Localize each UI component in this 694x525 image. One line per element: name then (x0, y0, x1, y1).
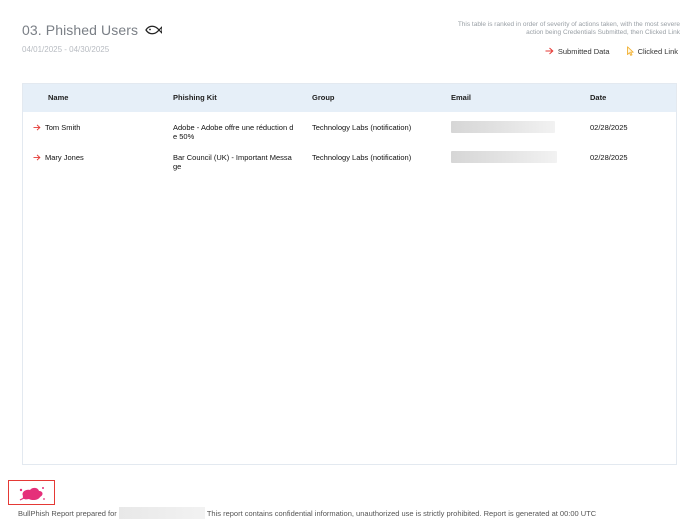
cell-email (451, 121, 590, 135)
redacted-email (451, 121, 555, 133)
column-header-date[interactable]: Date (590, 84, 676, 112)
legend-clicked-link: Clicked Link (626, 46, 678, 56)
table-row: Tom Smith Adobe - Adobe offre une réduct… (23, 121, 676, 141)
column-header-phishing-kit[interactable]: Phishing Kit (173, 84, 312, 112)
redacted-client-name (118, 507, 205, 519)
cell-group: Technology Labs (notification) (312, 153, 412, 162)
page-title-text: 03. Phished Users (22, 22, 139, 38)
submitted-arrow-icon (33, 154, 41, 161)
phishing-kit-line-2: e 50% (173, 132, 195, 141)
date-range: 04/01/2025 - 04/30/2025 (22, 45, 110, 54)
redacted-email (451, 151, 557, 163)
cell-email (451, 151, 590, 165)
footer-disclaimer: This report contains confidential inform… (206, 508, 597, 518)
ranking-note: This table is ranked in order of severit… (430, 21, 680, 37)
column-header-name[interactable]: Name (23, 84, 173, 112)
user-name: Tom Smith (45, 123, 81, 132)
legend-submitted-label: Submitted Data (557, 46, 610, 56)
cell-date: 02/28/2025 (590, 123, 628, 132)
ranking-note-line-1: This table is ranked in order of severit… (457, 21, 680, 28)
bullphish-logo (8, 480, 55, 505)
splat-logo-icon (19, 486, 45, 501)
page-title: 03. Phished Users (22, 22, 163, 38)
pointer-icon (626, 46, 634, 56)
cell-phishing-kit: Adobe - Adobe offre une réduction d e 50… (173, 123, 312, 141)
cell-name: Mary Jones (23, 153, 173, 162)
phishing-kit-line-1: Bar Council (UK) - Important Messa (173, 153, 292, 162)
ranking-note-line-2: action being Credentials Submitted, then… (526, 29, 680, 36)
legend-submitted-data: Submitted Data (545, 47, 610, 56)
cell-phishing-kit: Bar Council (UK) - Important Messa ge (173, 153, 312, 171)
legend-clicked-label: Clicked Link (637, 46, 678, 56)
footer-prepared-for: BullPhish Report prepared for (18, 508, 117, 518)
report-footer: BullPhish Report prepared for This repor… (18, 507, 596, 519)
column-header-group[interactable]: Group (312, 84, 451, 112)
phishing-kit-line-2: ge (173, 162, 182, 171)
cell-name: Tom Smith (23, 123, 173, 132)
phishing-kit-line-1: Adobe - Adobe offre une réduction d (173, 123, 294, 132)
user-name: Mary Jones (45, 153, 84, 162)
column-header-email[interactable]: Email (451, 84, 590, 112)
table-header: Name Phishing Kit Group Email Date (23, 84, 676, 112)
cell-date: 02/28/2025 (590, 153, 628, 162)
legend: Submitted Data Clicked Link (545, 46, 678, 56)
cell-group: Technology Labs (notification) (312, 123, 412, 132)
phished-users-table: Name Phishing Kit Group Email Date Tom S… (22, 83, 677, 465)
table-row: Mary Jones Bar Council (UK) - Important … (23, 151, 676, 171)
submitted-arrow-icon (545, 47, 554, 55)
fish-icon (145, 25, 163, 35)
submitted-arrow-icon (33, 124, 41, 131)
